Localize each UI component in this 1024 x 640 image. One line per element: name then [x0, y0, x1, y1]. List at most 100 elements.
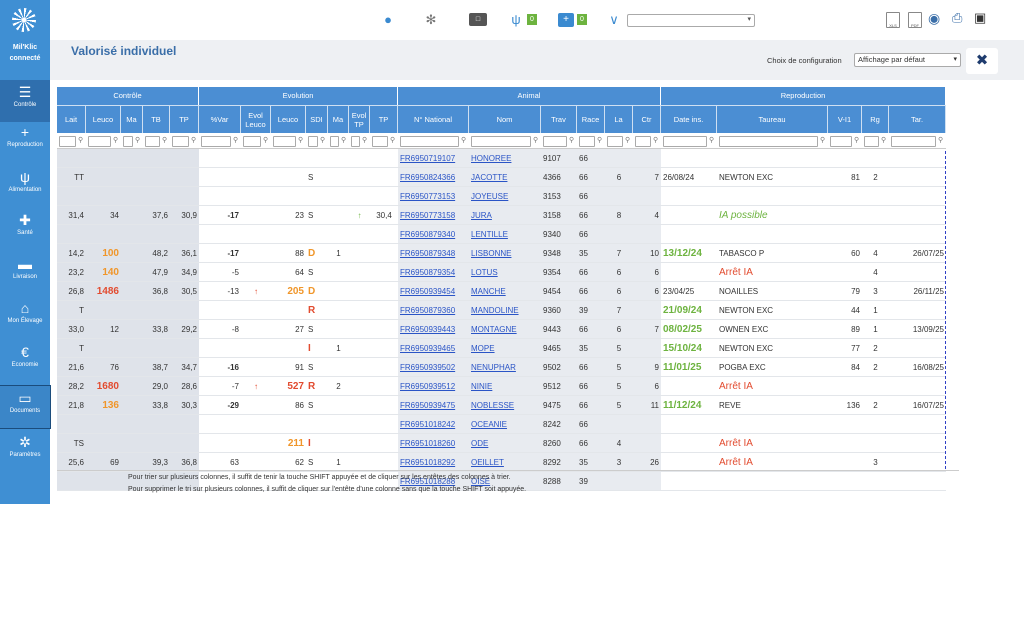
column-header-var[interactable]: %Var — [199, 105, 241, 133]
column-header-eleuco[interactable]: Leuco — [271, 105, 306, 133]
filter-funnel-icon[interactable]: ⚲ — [390, 136, 395, 144]
filter-funnel-icon[interactable]: ⚲ — [854, 136, 859, 144]
filter-input-ema[interactable] — [330, 136, 339, 147]
column-header-ctr[interactable]: Ctr — [633, 105, 661, 133]
cell-nom[interactable]: NINIE — [469, 377, 541, 396]
cell-nat[interactable]: FR6950824366 — [398, 168, 469, 187]
cow-head-icon[interactable]: ∨ — [606, 10, 622, 30]
filter-input-trav[interactable] — [543, 136, 567, 147]
cell-nom[interactable]: MOPE — [469, 339, 541, 358]
filter-input-eleuco[interactable] — [273, 136, 296, 147]
column-header-race[interactable]: Race — [577, 105, 605, 133]
filter-funnel-icon[interactable]: ⚲ — [135, 136, 140, 144]
xls-export-icon[interactable]: XLS — [886, 12, 900, 28]
cell-nom[interactable]: HONOREE — [469, 149, 541, 168]
cell-nat[interactable]: FR6951018260 — [398, 434, 469, 453]
filter-input-race[interactable] — [579, 136, 595, 147]
cell-nat[interactable]: FR6950939502 — [398, 358, 469, 377]
filter-funnel-icon[interactable]: ⚲ — [263, 136, 268, 144]
grass-icon[interactable]: ψ — [508, 10, 524, 30]
filter-input-evl[interactable] — [243, 136, 261, 147]
sidebar-item-contr-le[interactable]: ☰ Contrôle — [0, 80, 50, 122]
column-header-sdi[interactable]: SDI — [306, 105, 328, 133]
filter-funnel-icon[interactable]: ⚲ — [113, 136, 118, 144]
column-header-ema[interactable]: Ma — [328, 105, 349, 133]
column-header-ma[interactable]: Ma — [121, 105, 143, 133]
scanner-icon[interactable]: ✻ — [420, 10, 442, 30]
filter-input-ma[interactable] — [123, 136, 133, 147]
column-header-la[interactable]: La — [605, 105, 633, 133]
sidebar-item-economie[interactable]: € Economie — [0, 340, 50, 382]
filter-funnel-icon[interactable]: ⚲ — [533, 136, 538, 144]
filter-funnel-icon[interactable]: ⚲ — [597, 136, 602, 144]
sidebar-item-mon-levage[interactable]: ⌂ Mon Élevage — [0, 296, 50, 338]
config-select[interactable]: Affichage par défaut — [854, 53, 961, 67]
cell-nom[interactable]: MANDOLINE — [469, 301, 541, 320]
cell-nat[interactable]: FR6950879354 — [398, 263, 469, 282]
column-header-taureau[interactable]: Taureau — [717, 105, 828, 133]
medical-kit-icon[interactable]: + — [558, 13, 574, 27]
cell-nom[interactable]: LOTUS — [469, 263, 541, 282]
cell-nat[interactable]: FR6950879340 — [398, 225, 469, 244]
filter-funnel-icon[interactable]: ⚲ — [362, 136, 367, 144]
filter-input-sdi[interactable] — [308, 136, 318, 147]
cell-nat[interactable]: FR6950719107 — [398, 149, 469, 168]
filter-funnel-icon[interactable]: ⚲ — [938, 136, 943, 144]
cell-nat[interactable]: FR6950879360 — [398, 301, 469, 320]
column-header-tb[interactable]: TB — [143, 105, 170, 133]
column-header-trav[interactable]: Trav — [541, 105, 577, 133]
column-header-date[interactable]: Date ins. — [661, 105, 717, 133]
filter-input-vi1[interactable] — [830, 136, 852, 147]
column-header-evl[interactable]: Evol Leuco — [241, 105, 271, 133]
column-header-tp[interactable]: TP — [170, 105, 199, 133]
column-header-vi1[interactable]: V-I1 — [828, 105, 862, 133]
cell-nat[interactable]: FR6950939465 — [398, 339, 469, 358]
filter-input-etp[interactable] — [372, 136, 388, 147]
filter-input-taureau[interactable] — [719, 136, 818, 147]
column-header-lait[interactable]: Lait — [57, 105, 86, 133]
filter-input-lait[interactable] — [59, 136, 76, 147]
sidebar-item-documents[interactable]: ▭ Documents — [0, 385, 51, 429]
cell-nom[interactable]: MANCHE — [469, 282, 541, 301]
filter-input-tar[interactable] — [891, 136, 936, 147]
cell-nom[interactable]: LISBONNE — [469, 244, 541, 263]
filter-input-nom[interactable] — [471, 136, 531, 147]
filter-funnel-icon[interactable]: ⚲ — [298, 136, 303, 144]
cell-nom[interactable]: NENUPHAR — [469, 358, 541, 377]
cell-nat[interactable]: FR6950939475 — [398, 396, 469, 415]
cell-nat[interactable]: FR6950939443 — [398, 320, 469, 339]
column-header-nat[interactable]: N° National — [398, 105, 469, 133]
column-header-tar[interactable]: Tar. — [889, 105, 946, 133]
cell-nat[interactable]: FR6951018242 — [398, 415, 469, 434]
pdf-export-icon[interactable]: PDF — [908, 12, 922, 28]
column-header-etp[interactable]: TP — [370, 105, 398, 133]
filter-funnel-icon[interactable]: ⚲ — [78, 136, 83, 144]
column-header-evtp[interactable]: Evol TP — [349, 105, 370, 133]
cell-nat[interactable]: FR6950939512 — [398, 377, 469, 396]
sidebar-item-sant-[interactable]: ✚ Santé — [0, 208, 50, 250]
cell-nom[interactable]: NOBLESSE — [469, 396, 541, 415]
sidebar-item-reproduction[interactable]: + Reproduction — [0, 120, 50, 162]
cell-nom[interactable]: JOYEUSE — [469, 187, 541, 206]
column-header-leuco[interactable]: Leuco — [86, 105, 121, 133]
print-icon[interactable]: ⎙ — [952, 10, 962, 26]
filter-funnel-icon[interactable]: ⚲ — [461, 136, 466, 144]
filter-input-tb[interactable] — [145, 136, 160, 147]
filter-input-evtp[interactable] — [351, 136, 360, 147]
cell-nom[interactable]: MONTAGNE — [469, 320, 541, 339]
cell-nom[interactable]: LENTILLE — [469, 225, 541, 244]
sidebar-item-livraison[interactable]: ▬ Livraison — [0, 252, 50, 294]
filter-input-date[interactable] — [663, 136, 707, 147]
filter-funnel-icon[interactable]: ⚲ — [341, 136, 346, 144]
column-header-nom[interactable]: Nom — [469, 105, 541, 133]
filter-funnel-icon[interactable]: ⚲ — [653, 136, 658, 144]
filter-funnel-icon[interactable]: ⚲ — [162, 136, 167, 144]
filter-funnel-icon[interactable]: ⚲ — [625, 136, 630, 144]
user-icon[interactable]: ● — [380, 10, 396, 30]
filter-funnel-icon[interactable]: ⚲ — [709, 136, 714, 144]
filter-input-nat[interactable] — [400, 136, 459, 147]
filter-funnel-icon[interactable]: ⚲ — [233, 136, 238, 144]
tools-icon[interactable]: ✖ — [966, 48, 998, 74]
cell-nat[interactable]: FR6950773158 — [398, 206, 469, 225]
eye-icon[interactable]: ◉ — [928, 10, 940, 27]
